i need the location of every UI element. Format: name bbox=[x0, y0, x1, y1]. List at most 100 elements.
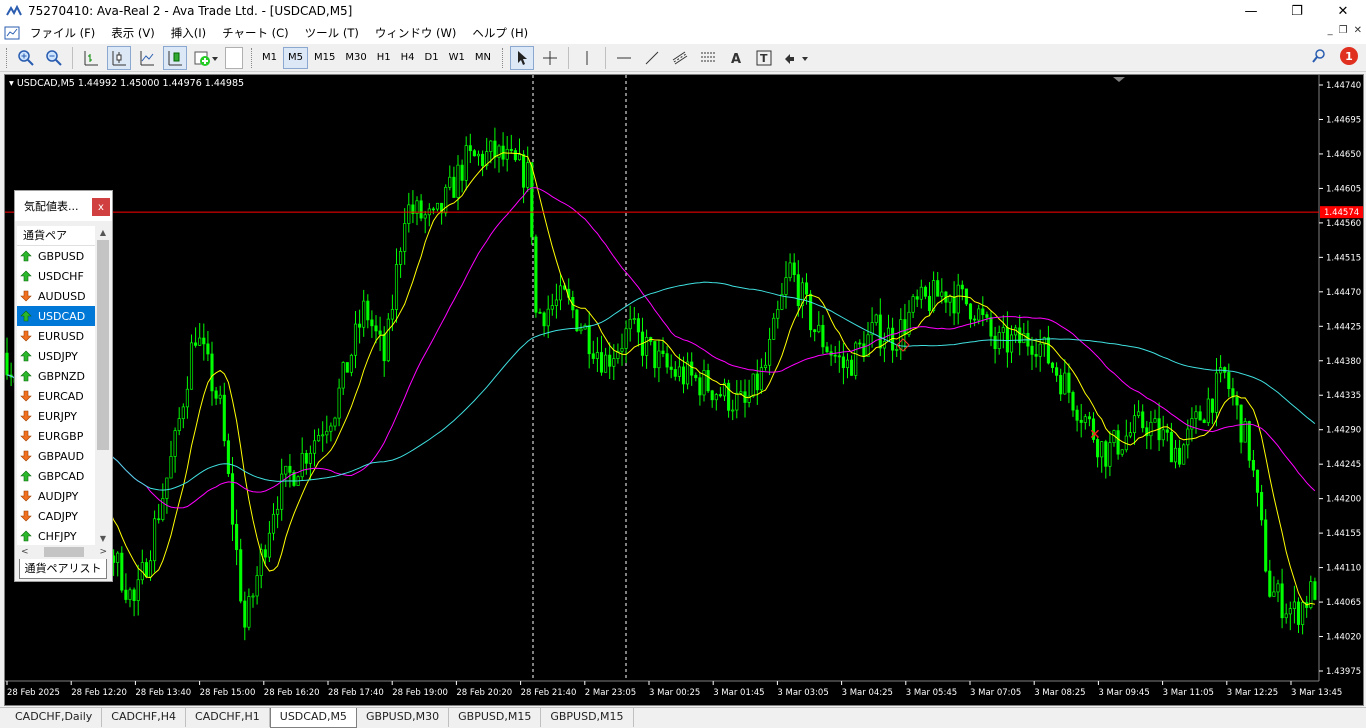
chart-tab[interactable]: GBPUSD,M15 bbox=[541, 708, 634, 727]
candle-body bbox=[1268, 570, 1272, 597]
time-tick-label: 2 Mar 23:05 bbox=[585, 688, 636, 698]
toolbar-grip[interactable] bbox=[501, 47, 505, 68]
menu-insert[interactable]: 挿入(I) bbox=[163, 25, 214, 41]
scroll-thumb[interactable] bbox=[44, 547, 84, 557]
scroll-up-icon[interactable]: ▲ bbox=[95, 226, 111, 240]
menu-view[interactable]: 表示 (V) bbox=[103, 25, 163, 41]
cursor-icon[interactable] bbox=[509, 45, 534, 70]
candle-body bbox=[349, 354, 353, 373]
timeframe-h4[interactable]: H4 bbox=[397, 47, 419, 69]
window-title: 75270410: Ava-Real 2 - Ava Trade Ltd. - … bbox=[28, 4, 353, 18]
market-watch-tab-symbols[interactable]: 通貨ペアリスト bbox=[19, 559, 107, 579]
market-watch-row[interactable]: AUDUSD bbox=[17, 286, 95, 306]
timeframe-w1[interactable]: W1 bbox=[445, 47, 469, 69]
timeframe-mn[interactable]: MN bbox=[471, 47, 495, 69]
scroll-right-icon[interactable]: > bbox=[99, 547, 107, 557]
zoom-out-icon[interactable] bbox=[42, 46, 66, 70]
candle-body bbox=[288, 465, 292, 473]
mdi-close-button[interactable]: ✕ bbox=[1354, 25, 1362, 36]
candle-body bbox=[276, 508, 280, 515]
candle-body bbox=[1247, 421, 1251, 461]
candle-body bbox=[505, 148, 509, 160]
price-chart[interactable]: 1.447401.446951.446501.446051.445601.445… bbox=[5, 75, 1364, 706]
market-watch-row[interactable]: USDCHF bbox=[17, 266, 95, 286]
toolbar-grip[interactable] bbox=[6, 47, 9, 68]
candle-body bbox=[796, 274, 800, 306]
menu-window[interactable]: ウィンドウ (W) bbox=[367, 25, 465, 41]
candle-body bbox=[312, 440, 317, 454]
add-indicator-icon[interactable] bbox=[191, 46, 221, 70]
chart-tab[interactable]: USDCAD,M5 bbox=[269, 708, 357, 728]
market-watch-row[interactable]: GBPAUD bbox=[17, 446, 95, 466]
line-chart-icon[interactable] bbox=[135, 46, 159, 70]
chart-tab[interactable]: CADCHF,H4 bbox=[102, 708, 187, 727]
minimize-button[interactable]: — bbox=[1228, 0, 1274, 22]
maximize-button[interactable]: ❐ bbox=[1274, 0, 1320, 22]
chart-menu-icon[interactable]: ▾ bbox=[9, 78, 14, 89]
trendline-icon[interactable] bbox=[640, 46, 664, 70]
candle-body bbox=[837, 355, 841, 358]
symbol-name: EURGBP bbox=[38, 429, 84, 443]
arrows-dropdown-icon[interactable] bbox=[780, 46, 810, 70]
market-watch-row[interactable]: USDCAD bbox=[17, 306, 95, 326]
mdi-minimize-button[interactable]: _ bbox=[1328, 25, 1333, 36]
timeframe-m30[interactable]: M30 bbox=[341, 47, 370, 69]
market-watch-row[interactable]: GBPCAD bbox=[17, 466, 95, 486]
chart-tab[interactable]: GBPUSD,M15 bbox=[449, 708, 542, 727]
scroll-thumb[interactable] bbox=[97, 240, 109, 450]
text-tool-icon[interactable]: A bbox=[724, 46, 748, 70]
auto-scroll-icon[interactable] bbox=[163, 45, 187, 70]
crosshair-icon[interactable] bbox=[538, 46, 562, 70]
vertical-line-icon[interactable] bbox=[575, 46, 599, 70]
zoom-in-icon[interactable] bbox=[14, 46, 38, 70]
scroll-down-icon[interactable]: ▼ bbox=[95, 532, 111, 546]
chart-window-icon[interactable] bbox=[4, 26, 20, 40]
fibonacci-retracement-icon[interactable] bbox=[696, 46, 720, 70]
timeframe-m5[interactable]: M5 bbox=[283, 46, 308, 69]
timeframe-m1[interactable]: M1 bbox=[258, 47, 281, 69]
horizontal-line-icon[interactable] bbox=[612, 46, 636, 70]
toolbar-grip[interactable] bbox=[251, 47, 254, 68]
market-watch-row[interactable]: CHFJPY bbox=[17, 526, 95, 546]
candle-body bbox=[595, 352, 599, 359]
market-watch-row[interactable]: CADJPY bbox=[17, 506, 95, 526]
market-watch-hscroll[interactable]: < > bbox=[17, 545, 111, 559]
market-watch-row[interactable]: AUDJPY bbox=[17, 486, 95, 506]
timeframe-d1[interactable]: D1 bbox=[421, 47, 443, 69]
market-watch-row[interactable]: EURCAD bbox=[17, 386, 95, 406]
market-watch-row[interactable]: GBPNZD bbox=[17, 366, 95, 386]
candle-body bbox=[526, 162, 530, 188]
mdi-restore-button[interactable]: ❐ bbox=[1339, 25, 1348, 36]
timeframe-m15[interactable]: M15 bbox=[310, 47, 339, 69]
chart-tab[interactable]: CADCHF,Daily bbox=[6, 708, 103, 727]
timeframe-h1[interactable]: H1 bbox=[373, 47, 395, 69]
search-icon[interactable] bbox=[1312, 49, 1326, 63]
close-button[interactable]: ✕ bbox=[1320, 0, 1366, 22]
text-label-icon[interactable]: T bbox=[752, 46, 776, 70]
candlestick-chart-icon[interactable] bbox=[107, 45, 131, 70]
candle-body bbox=[739, 391, 743, 394]
chart-window[interactable]: 1.44740 1.44695 1.44650 1.44605 1.44560 1.445… bbox=[4, 74, 1364, 706]
menu-file[interactable]: ファイル (F) bbox=[22, 25, 103, 41]
symbol-column-header[interactable]: 通貨ペア bbox=[17, 226, 95, 246]
scroll-left-icon[interactable]: < bbox=[21, 547, 29, 557]
market-watch-row[interactable]: EURJPY bbox=[17, 406, 95, 426]
market-watch-row[interactable]: GBPUSD bbox=[17, 246, 95, 266]
market-watch-row[interactable]: EURUSD bbox=[17, 326, 95, 346]
menu-chart[interactable]: チャート (C) bbox=[214, 25, 297, 41]
chart-tab[interactable]: CADCHF,H1 bbox=[186, 708, 270, 727]
candle-body bbox=[1063, 372, 1067, 395]
bar-chart-icon[interactable] bbox=[79, 46, 103, 70]
market-watch-vscroll[interactable]: ▲ ▼ bbox=[95, 226, 111, 546]
candle-body bbox=[1227, 372, 1231, 389]
equidistant-channel-icon[interactable] bbox=[668, 46, 692, 70]
market-watch-row[interactable]: EURGBP bbox=[17, 426, 95, 446]
menu-tools[interactable]: ツール (T) bbox=[297, 25, 367, 41]
market-watch-close-button[interactable]: x bbox=[92, 198, 110, 216]
menu-help[interactable]: ヘルプ (H) bbox=[464, 25, 536, 41]
market-watch-row[interactable]: USDJPY bbox=[17, 346, 95, 366]
candle-body bbox=[124, 589, 128, 600]
notification-badge[interactable]: 1 bbox=[1340, 47, 1358, 65]
template-box-icon[interactable] bbox=[225, 46, 243, 69]
chart-tab[interactable]: GBPUSD,M30 bbox=[357, 708, 450, 727]
